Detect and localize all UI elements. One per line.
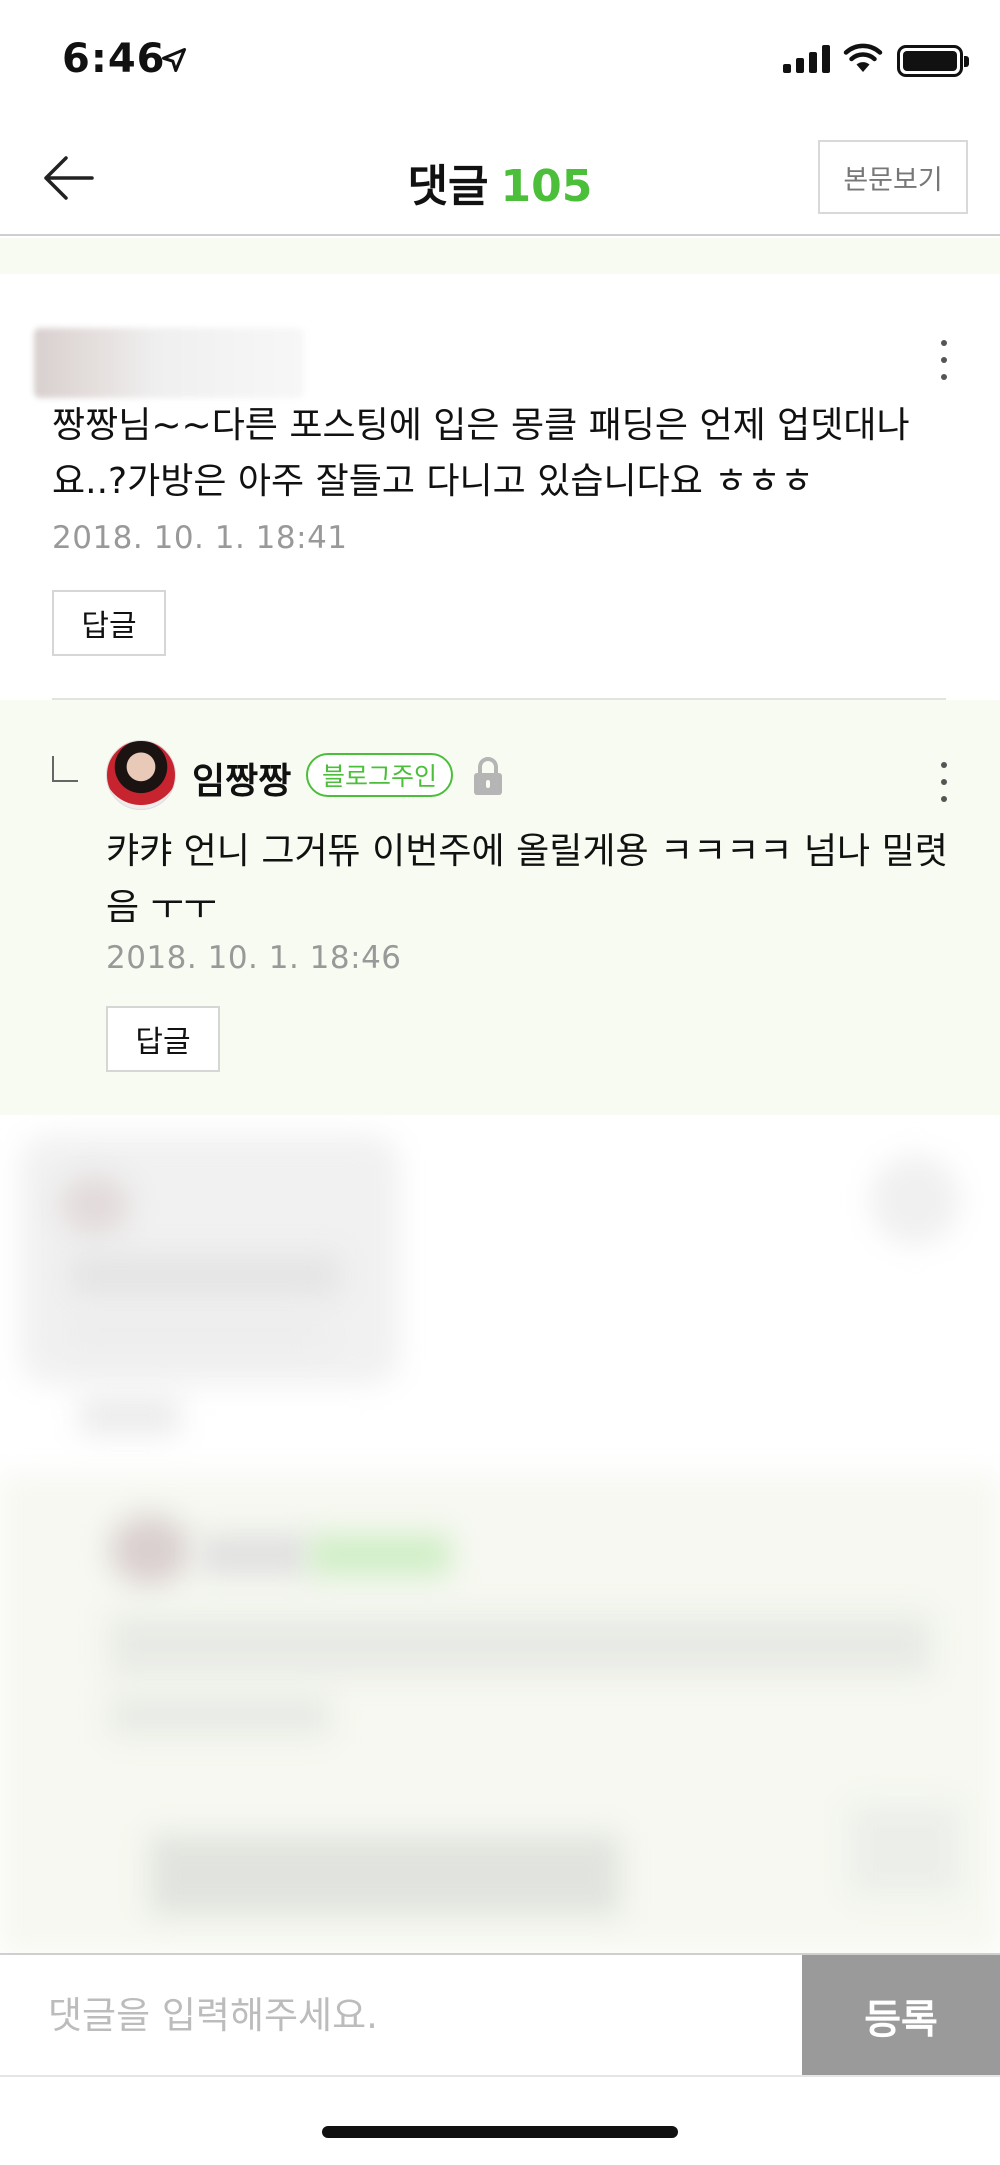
blurred-comments xyxy=(0,1115,1000,1953)
blurred-author xyxy=(34,328,304,398)
status-bar: 6:46 xyxy=(0,0,1000,120)
owner-badge: 블로그주인 xyxy=(306,753,454,797)
battery-icon xyxy=(897,45,969,77)
location-arrow-icon xyxy=(161,47,187,73)
comment-input-bar: 등록 xyxy=(0,1953,1000,2077)
more-icon[interactable] xyxy=(934,340,954,380)
lock-icon xyxy=(474,757,502,795)
reply-indent-icon xyxy=(52,756,78,782)
view-post-button[interactable]: 본문보기 xyxy=(818,140,968,214)
reply-item: 임짱짱 블로그주인 캬캬 언니 그거뜌 이번주에 올릴게용 ㅋㅋㅋㅋ 넘나 밀렷… xyxy=(0,700,1000,1115)
reply-button[interactable]: 답글 xyxy=(52,590,166,656)
comment-count: 105 xyxy=(500,161,593,212)
reply-text: 캬캬 언니 그거뜌 이번주에 올릴게용 ㅋㅋㅋㅋ 넘나 밀렷음 ㅜㅜ xyxy=(106,831,948,928)
page-title-label: 댓글 xyxy=(407,161,489,212)
home-indicator[interactable] xyxy=(322,2126,678,2138)
divider xyxy=(0,2075,1000,2077)
reply-button[interactable]: 답글 xyxy=(106,1006,220,1072)
reply-date: 2018. 10. 1. 18:46 xyxy=(106,940,402,976)
comment-text: 짱짱님~~다른 포스팅에 입은 몽클 패딩은 언제 업뎃대나요..?가방은 아주… xyxy=(52,405,910,502)
top-strip xyxy=(0,238,1000,274)
comment-input[interactable] xyxy=(0,1955,802,2075)
more-icon[interactable] xyxy=(934,762,954,802)
comment-date: 2018. 10. 1. 18:41 xyxy=(52,520,348,556)
reply-author[interactable]: 임짱짱 xyxy=(192,752,291,804)
comments-header: 댓글 105 본문보기 xyxy=(0,120,1000,236)
submit-button[interactable]: 등록 xyxy=(802,1955,1000,2077)
avatar[interactable] xyxy=(106,740,176,810)
comment-item: 짱짱님~~다른 포스팅에 입은 몽클 패딩은 언제 업뎃대나요..?가방은 아주… xyxy=(0,274,1000,700)
wifi-icon xyxy=(843,43,883,72)
signal-icon xyxy=(783,45,830,73)
status-time: 6:46 xyxy=(62,36,166,82)
